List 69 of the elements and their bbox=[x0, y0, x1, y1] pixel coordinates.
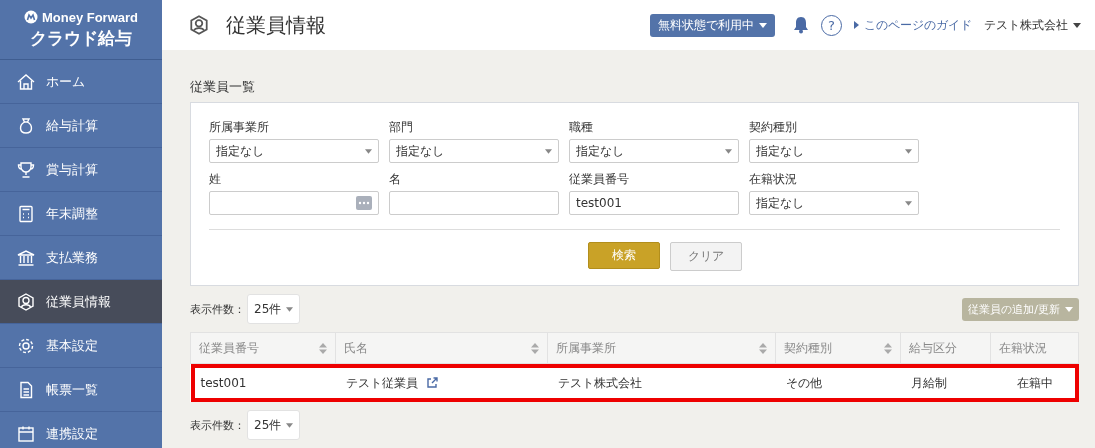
input-field[interactable] bbox=[209, 191, 379, 215]
logo-icon bbox=[23, 10, 38, 24]
input-field[interactable]: test001 bbox=[569, 191, 739, 215]
select-field[interactable]: 指定なし bbox=[209, 139, 379, 163]
sort-icon[interactable] bbox=[319, 342, 327, 354]
ellipsis-icon[interactable] bbox=[356, 196, 372, 210]
column-header[interactable]: 契約種別 bbox=[775, 332, 901, 364]
table-cell: test001 bbox=[200, 376, 247, 390]
triangle-icon bbox=[854, 21, 859, 29]
person-icon bbox=[16, 291, 36, 312]
column-header[interactable]: 給与区分 bbox=[900, 332, 991, 364]
page-title: 従業員情報 bbox=[226, 11, 326, 39]
home-icon bbox=[16, 71, 36, 92]
sort-icon[interactable] bbox=[759, 342, 767, 354]
caret-icon bbox=[725, 148, 732, 154]
person-icon bbox=[188, 14, 210, 36]
caret-icon bbox=[905, 200, 912, 206]
clear-button[interactable]: クリア bbox=[669, 242, 742, 271]
caret-icon bbox=[286, 422, 294, 428]
caret-icon bbox=[759, 22, 767, 28]
bank-icon bbox=[16, 247, 36, 268]
select-field[interactable]: 指定なし bbox=[749, 191, 919, 215]
page-size-select[interactable]: 25件 bbox=[247, 294, 301, 324]
company-menu[interactable]: テスト株式会社 bbox=[984, 16, 1081, 34]
select-field[interactable]: 指定なし bbox=[749, 139, 919, 163]
caret-icon bbox=[545, 148, 552, 154]
help-button[interactable]: ? bbox=[821, 14, 842, 36]
column-header[interactable]: 従業員番号 bbox=[190, 332, 336, 364]
field-label: 所属事業所 bbox=[209, 119, 270, 136]
page-size-label: 表示件数： bbox=[190, 301, 245, 317]
sort-icon[interactable] bbox=[884, 342, 892, 354]
table-cell: テスト株式会社 bbox=[557, 375, 642, 390]
field-label: 職種 bbox=[569, 119, 594, 136]
table-cell: 在籍中 bbox=[1016, 375, 1053, 390]
caret-icon bbox=[286, 306, 294, 312]
select-field[interactable]: 指定なし bbox=[569, 139, 739, 163]
input-field[interactable] bbox=[389, 191, 559, 215]
page-size-select[interactable]: 25件 bbox=[247, 410, 301, 440]
field-label: 契約種別 bbox=[749, 119, 798, 136]
column-header[interactable]: 氏名 bbox=[335, 332, 548, 364]
field-label: 姓 bbox=[209, 171, 222, 188]
employee-link[interactable]: テスト従業員 bbox=[345, 374, 418, 392]
guide-link[interactable]: このページのガイド bbox=[854, 16, 972, 34]
select-field[interactable]: 指定なし bbox=[389, 139, 559, 163]
search-button[interactable]: 検索 bbox=[587, 242, 660, 269]
table-row[interactable]: test001 テスト従業員 テスト株式会社 その他 月給制 在籍中 bbox=[190, 363, 1079, 402]
column-header[interactable]: 在籍状況 bbox=[990, 332, 1079, 364]
table-cell: その他 bbox=[785, 375, 822, 390]
column-header[interactable]: 所属事業所 bbox=[547, 332, 776, 364]
bell-icon[interactable] bbox=[793, 16, 809, 34]
field-label: 在籍状況 bbox=[749, 171, 798, 188]
section-title: 従業員一覧 bbox=[190, 78, 256, 96]
page-size-label: 表示件数： bbox=[190, 417, 245, 433]
caret-icon bbox=[1073, 22, 1081, 28]
sort-icon[interactable] bbox=[531, 342, 539, 354]
field-label: 名 bbox=[389, 171, 402, 188]
caret-icon bbox=[905, 148, 912, 154]
caret-icon bbox=[365, 148, 372, 154]
field-label: 部門 bbox=[389, 119, 414, 136]
field-label: 従業員番号 bbox=[569, 171, 630, 188]
plan-button[interactable]: 無料状態で利用中 bbox=[650, 13, 775, 37]
sidebar-item[interactable]: 従業員情報 bbox=[0, 280, 162, 324]
table-cell: 月給制 bbox=[910, 375, 947, 390]
trophy-icon bbox=[16, 159, 36, 180]
external-link-icon[interactable] bbox=[425, 377, 438, 389]
calculator-icon bbox=[16, 203, 36, 224]
brand-product: クラウド給与 bbox=[30, 26, 132, 50]
caret-icon bbox=[1065, 306, 1073, 312]
brand-company: Money Forward bbox=[41, 9, 139, 25]
